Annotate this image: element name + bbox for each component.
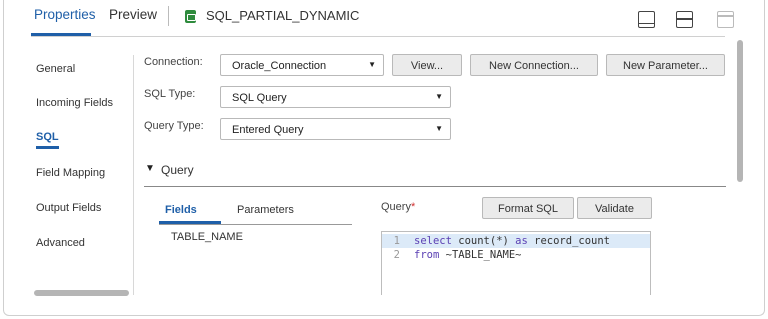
view-connection-button[interactable]: View... <box>392 54 462 76</box>
connection-value: Oracle_Connection <box>232 60 327 72</box>
header-divider <box>168 6 169 26</box>
query-type-value: Entered Query <box>232 124 304 136</box>
code-text: from ~TABLE_NAME~ <box>414 249 521 261</box>
code-token: from <box>414 249 440 261</box>
code-token: as <box>515 235 528 247</box>
code-line[interactable]: 2 from ~TABLE_NAME~ <box>382 248 650 262</box>
new-connection-button[interactable]: New Connection... <box>470 54 598 76</box>
nav-active-indicator <box>36 146 59 149</box>
code-token: record_count <box>527 235 610 247</box>
sql-type-label: SQL Type: <box>144 88 196 100</box>
validate-button[interactable]: Validate <box>577 197 652 219</box>
properties-panel: Properties Preview SQL_PARTIAL_DYNAMIC G… <box>3 0 765 316</box>
subtab-divider <box>159 224 352 225</box>
nav-item-general[interactable]: General <box>36 63 75 75</box>
query-label: Query* <box>381 201 415 213</box>
query-type-select[interactable]: Entered Query ▼ <box>220 118 451 140</box>
header-divider-line <box>31 36 725 37</box>
line-number: 2 <box>393 249 400 261</box>
tab-properties[interactable]: Properties <box>34 7 96 22</box>
field-list-item[interactable]: TABLE_NAME <box>171 231 243 243</box>
code-token: count(*) <box>451 235 516 247</box>
query-editor[interactable]: 1 select count(*) as record_count 2 from… <box>381 231 651 295</box>
subtab-parameters[interactable]: Parameters <box>237 204 294 216</box>
nav-item-field-mapping[interactable]: Field Mapping <box>36 167 105 179</box>
nav-divider <box>133 55 134 295</box>
format-sql-button[interactable]: Format SQL <box>482 197 574 219</box>
tab-preview[interactable]: Preview <box>109 7 157 22</box>
sql-type-select[interactable]: SQL Query ▼ <box>220 86 451 108</box>
code-text: select count(*) as record_count <box>414 235 610 247</box>
code-line[interactable]: 1 select count(*) as record_count <box>382 234 650 248</box>
query-section-title[interactable]: Query <box>161 163 194 177</box>
code-token: ~TABLE_NAME~ <box>439 249 522 261</box>
layout-bottom-panel-icon[interactable] <box>638 11 655 28</box>
nav-item-incoming-fields[interactable]: Incoming Fields <box>36 97 113 109</box>
nav-item-sql[interactable]: SQL <box>36 131 59 143</box>
vertical-scrollbar[interactable] <box>737 40 743 182</box>
layout-top-panel-icon[interactable] <box>717 11 734 28</box>
nav-item-advanced[interactable]: Advanced <box>36 237 85 249</box>
section-divider <box>144 186 726 187</box>
code-token: select <box>414 235 452 247</box>
connection-select[interactable]: Oracle_Connection ▼ <box>220 54 384 76</box>
collapse-triangle-icon[interactable]: ▼ <box>145 163 155 174</box>
new-parameter-button[interactable]: New Parameter... <box>606 54 725 76</box>
chevron-down-icon: ▼ <box>435 92 443 101</box>
sql-type-value: SQL Query <box>232 92 287 104</box>
object-title: SQL_PARTIAL_DYNAMIC <box>206 8 360 23</box>
query-type-label: Query Type: <box>144 120 204 132</box>
subtab-fields[interactable]: Fields <box>165 204 197 216</box>
query-label-text: Query <box>381 201 411 213</box>
chevron-down-icon: ▼ <box>368 60 376 69</box>
nav-item-output-fields[interactable]: Output Fields <box>36 202 101 214</box>
line-number: 1 <box>393 235 400 247</box>
chevron-down-icon: ▼ <box>435 124 443 133</box>
horizontal-scrollbar[interactable] <box>34 290 129 296</box>
layout-split-icon[interactable] <box>676 11 693 28</box>
connection-label: Connection: <box>144 56 203 68</box>
required-marker: * <box>410 201 416 213</box>
sql-object-icon <box>185 10 196 23</box>
